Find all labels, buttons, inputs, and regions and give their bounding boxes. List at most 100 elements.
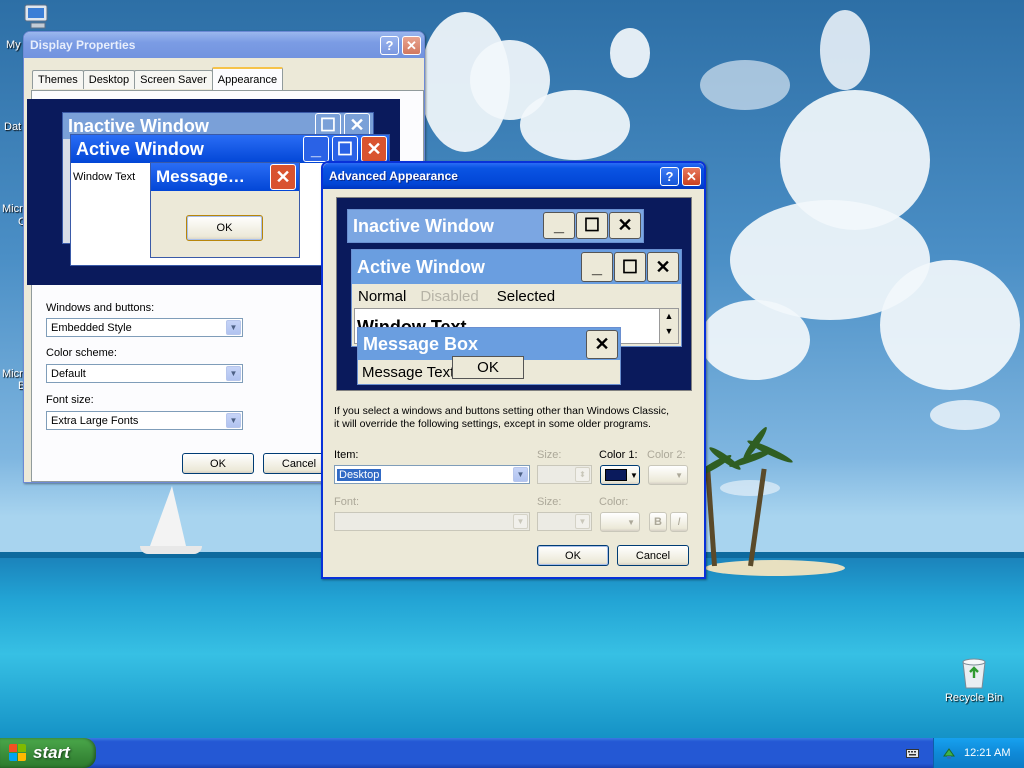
keyboard-icon[interactable] xyxy=(906,746,919,759)
item-label: Item: xyxy=(334,449,359,461)
cancel-button[interactable]: Cancel xyxy=(617,545,689,566)
maximize-icon: ☐ xyxy=(332,136,358,162)
chevron-down-icon: ▼ xyxy=(226,366,241,381)
system-tray: 12:21 AM xyxy=(933,738,1024,768)
preview-message-titlebar: Message… ✕ xyxy=(151,163,299,191)
help-text-line: it will override the following settings,… xyxy=(334,418,651,430)
spinner-icon: ⬍ xyxy=(575,467,590,482)
windows-buttons-select[interactable]: Embedded Style ▼ xyxy=(46,318,243,337)
chevron-down-icon: ▼ xyxy=(226,320,241,335)
color-scheme-select[interactable]: Default ▼ xyxy=(46,364,243,383)
preview-menu-normal: Normal xyxy=(358,288,407,305)
font-size-select[interactable]: Extra Large Fonts ▼ xyxy=(46,411,243,430)
tab-themes[interactable]: Themes xyxy=(32,70,84,89)
chevron-down-icon: ▼ xyxy=(513,467,528,482)
color-scheme-value: Default xyxy=(51,367,86,380)
preview-scrollbar: ▲ ▼ xyxy=(659,308,679,344)
start-button[interactable]: start xyxy=(0,738,96,768)
preview-ok-button: OK xyxy=(186,215,263,241)
sailboat-sail xyxy=(150,486,186,546)
bold-button[interactable]: B xyxy=(649,512,667,532)
ok-button[interactable]: OK xyxy=(537,545,609,566)
recycle-bin-icon xyxy=(962,658,986,689)
cloud xyxy=(700,60,790,110)
color1-picker[interactable]: ▼ xyxy=(600,465,640,485)
clock[interactable]: 12:21 AM xyxy=(964,747,1010,759)
chevron-down-icon: ▼ xyxy=(513,514,528,529)
preview-message-text: Message Text xyxy=(362,364,455,381)
preview-menu-selected: Selected xyxy=(496,288,556,305)
help-icon: ? xyxy=(385,38,394,53)
preview-message-window: Message… ✕ OK xyxy=(150,162,300,258)
font-size-select[interactable]: ▼ xyxy=(537,512,592,531)
preview-active-title: Active Window xyxy=(357,256,485,277)
windows-buttons-label: Windows and buttons: xyxy=(46,302,155,314)
cloud xyxy=(610,28,650,78)
sea xyxy=(0,552,1024,738)
font-color-label: Color: xyxy=(599,496,629,508)
color-scheme-label: Color scheme: xyxy=(46,347,117,359)
help-icon: ? xyxy=(665,169,674,184)
sailboat-hull xyxy=(140,546,202,554)
cloud xyxy=(930,400,1000,430)
close-icon: ✕ xyxy=(609,212,641,239)
maximize-icon: ☐ xyxy=(614,252,646,282)
cloud xyxy=(520,90,630,160)
close-button[interactable]: ✕ xyxy=(682,167,701,186)
help-button[interactable]: ? xyxy=(660,167,679,186)
tab-screen-saver[interactable]: Screen Saver xyxy=(134,70,213,89)
ok-button[interactable]: OK xyxy=(182,453,254,474)
recycle-bin-label: Recycle Bin xyxy=(944,692,1004,704)
close-button[interactable]: ✕ xyxy=(402,36,421,55)
preview-inactive-titlebar: Inactive Window _ ☐ ✕ xyxy=(348,210,643,242)
italic-button[interactable]: I xyxy=(670,512,688,532)
network-icon[interactable] xyxy=(942,746,956,760)
preview-message-window: Message Box ✕ Message Text OK xyxy=(357,327,621,385)
preview-message-title: Message Box xyxy=(363,333,479,354)
size-spinner[interactable]: ⬍ xyxy=(537,465,592,484)
close-icon: ✕ xyxy=(270,164,296,190)
close-icon: ✕ xyxy=(647,252,679,282)
preview-ok-button: OK xyxy=(452,356,524,379)
chevron-down-icon: ▼ xyxy=(627,517,635,527)
chevron-down-icon: ▼ xyxy=(226,413,241,428)
font-size-label: Font size: xyxy=(46,394,94,406)
recycle-bin[interactable]: Recycle Bin xyxy=(934,656,1014,704)
color2-picker[interactable]: ▼ xyxy=(648,465,688,485)
close-icon: ✕ xyxy=(406,37,417,53)
close-icon: ✕ xyxy=(586,330,618,359)
size-label: Size: xyxy=(537,449,562,461)
font-color-picker[interactable]: ▼ xyxy=(600,512,640,532)
help-button[interactable]: ? xyxy=(380,36,399,55)
font-size-value: Extra Large Fonts xyxy=(51,414,139,427)
window-title: Display Properties xyxy=(30,38,136,52)
windows-buttons-value: Embedded Style xyxy=(51,321,132,334)
preview-active-titlebar: Active Window _ ☐ ✕ xyxy=(352,250,681,284)
color1-label: Color 1: xyxy=(599,449,638,461)
desktop-label-partial: My xyxy=(6,39,21,51)
window-title: Advanced Appearance xyxy=(329,169,458,183)
item-select[interactable]: Desktop ▼ xyxy=(334,465,530,484)
scroll-down-icon: ▼ xyxy=(664,326,674,336)
tab-appearance[interactable]: Appearance xyxy=(211,67,284,90)
cloud xyxy=(720,480,780,496)
cloud xyxy=(880,260,1020,390)
override-help-text: If you select a windows and buttons sett… xyxy=(334,405,669,431)
island xyxy=(705,560,845,576)
advanced-appearance-titlebar[interactable]: Advanced Appearance ? ✕ xyxy=(323,163,704,189)
start-label: start xyxy=(33,743,70,762)
desktop-label-partial: Dat xyxy=(4,121,22,133)
color1-swatch xyxy=(605,469,627,481)
chevron-down-icon: ▼ xyxy=(675,470,683,480)
minimize-icon: _ xyxy=(543,212,575,239)
maximize-icon: ☐ xyxy=(576,212,608,239)
my-computer-icon[interactable] xyxy=(22,4,54,30)
preview-menu-bar: Normal Disabled Selected xyxy=(352,284,681,306)
close-icon: ✕ xyxy=(686,168,697,184)
display-properties-titlebar[interactable]: Display Properties ? ✕ xyxy=(24,32,424,58)
tab-desktop[interactable]: Desktop xyxy=(82,70,136,89)
font-select[interactable]: ▼ xyxy=(334,512,530,531)
chevron-down-icon: ▼ xyxy=(630,470,638,480)
advanced-appearance-window: Advanced Appearance ? ✕ Inactive Window … xyxy=(321,161,706,579)
preview-menu-disabled: Disabled xyxy=(420,288,479,305)
